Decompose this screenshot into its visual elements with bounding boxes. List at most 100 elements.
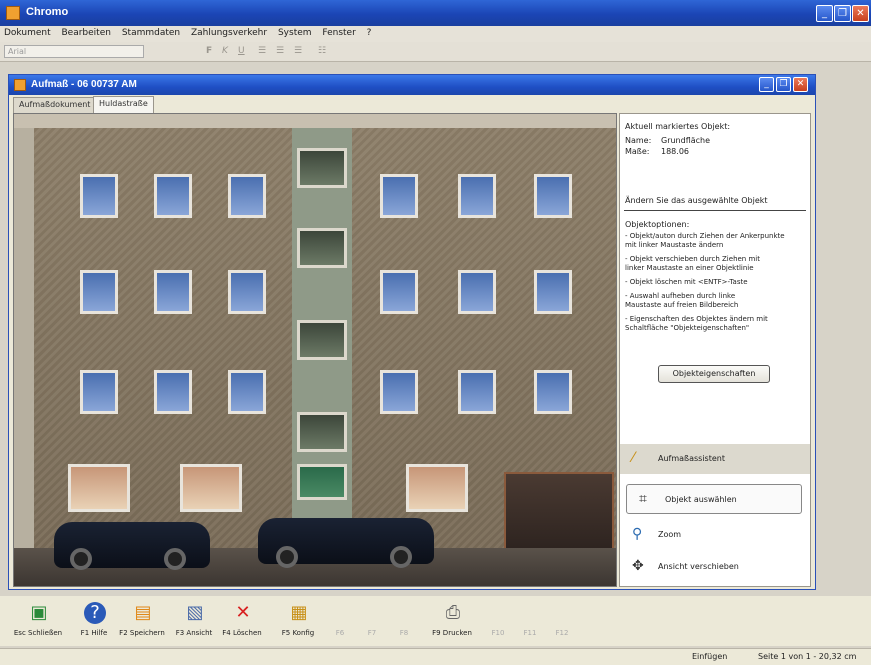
option-line: Maustaste auf freien Bildbereich — [625, 301, 739, 309]
window — [534, 270, 572, 314]
app-logo-icon — [6, 6, 20, 20]
window — [458, 370, 496, 414]
document-icon — [14, 79, 26, 91]
help-icon: ? — [84, 602, 106, 624]
window — [154, 270, 192, 314]
window — [534, 174, 572, 218]
select-object-icon: ⌗ — [639, 491, 647, 507]
option-line: - Eigenschaften des Objektes ändern mit — [625, 315, 768, 323]
object-mass-value: 188.06 — [661, 147, 689, 156]
align-right-icon[interactable]: ☰ — [294, 46, 302, 56]
fkey-label: F2 Speichern — [119, 629, 165, 637]
italic-button[interactable]: K — [222, 46, 228, 56]
bullet-list-icon[interactable]: ☷ — [318, 46, 326, 56]
option-line: - Objekt verschieben durch Ziehen mit — [625, 255, 760, 263]
task-label: Ansicht verschieben — [658, 562, 739, 571]
object-properties-button[interactable]: Objekteigenschaften — [658, 365, 770, 383]
window — [380, 270, 418, 314]
task-label: Zoom — [658, 530, 682, 539]
option-line: linker Maustaste an einer Objektlinie — [625, 264, 754, 272]
object-mass-row: Maße: 188.06 — [625, 147, 689, 156]
function-key-bar: ▣ Esc Schließen ? F1 Hilfe ▤ F2 Speicher… — [0, 596, 871, 646]
fkey-f9-print[interactable]: ⎙ F9 Drucken — [426, 596, 478, 646]
document-title: Aufmaß - 06 00737 AM — [31, 79, 137, 90]
menu-item-stammdaten[interactable]: Stammdaten — [118, 26, 184, 40]
task-pan-view[interactable]: ✥ Ansicht verschieben — [620, 552, 810, 582]
building-photo-canvas[interactable] — [13, 113, 617, 587]
document-title-bar: Aufmaß - 06 00737 AM _ ❐ ✕ — [9, 75, 815, 95]
fkey-label: F4 Löschen — [222, 629, 262, 637]
save-icon: ▤ — [134, 602, 152, 623]
option-line: mit linker Maustaste ändern — [625, 241, 724, 249]
font-select[interactable]: Arial — [4, 45, 144, 58]
menu-bar: Dokument Bearbeiten Stammdaten Zahlungsv… — [0, 26, 871, 42]
format-toolbar: Arial F K U ☰ ☰ ☰ ☷ — [0, 42, 871, 62]
entrance-canopy — [297, 464, 347, 500]
stairwell-window — [297, 148, 347, 188]
close-button[interactable]: ✕ — [852, 5, 869, 22]
car-wheel — [390, 546, 412, 568]
fkey-f4-delete[interactable]: ✕ F4 Löschen — [216, 596, 268, 646]
app-title: Chromo — [26, 6, 69, 18]
doc-maximize-button[interactable]: ❐ — [776, 77, 791, 92]
printer-icon: ⎙ — [445, 602, 461, 623]
status-bar: Einfügen Seite 1 von 1 - 20,32 cm — [0, 648, 871, 665]
menu-item-help[interactable]: ? — [363, 26, 376, 40]
doc-close-button[interactable]: ✕ — [793, 77, 808, 92]
task-select-object[interactable]: ⌗ Objekt auswählen — [626, 484, 802, 514]
fkey-label: F3 Ansicht — [175, 629, 213, 637]
status-mode: Einfügen — [692, 652, 728, 661]
window — [228, 270, 266, 314]
window — [380, 174, 418, 218]
fkey-f8: F8 — [378, 596, 430, 646]
underline-button[interactable]: U — [238, 46, 245, 56]
delete-icon: ✕ — [235, 602, 251, 623]
window — [534, 370, 572, 414]
fkey-f2-save[interactable]: ▤ F2 Speichern — [116, 596, 168, 646]
object-mass-label: Maße: — [625, 147, 650, 156]
fkey-f12: F12 — [536, 596, 588, 646]
tab-aufmassdokument[interactable]: Aufmaßdokument — [13, 97, 97, 113]
stairwell-window — [297, 412, 347, 452]
fkey-label: F12 — [555, 629, 569, 637]
menu-item-dokument[interactable]: Dokument — [0, 26, 55, 40]
shop-window — [180, 464, 242, 512]
object-name-label: Name: — [625, 136, 652, 145]
tab-huldastrasse[interactable]: Huldastraße — [93, 96, 154, 113]
maximize-button[interactable]: ❐ — [834, 5, 851, 22]
doc-minimize-button[interactable]: _ — [759, 77, 774, 92]
align-left-icon[interactable]: ☰ — [258, 46, 266, 56]
window — [80, 174, 118, 218]
car-wheel — [164, 548, 186, 570]
window — [154, 174, 192, 218]
task-label: Aufmaßassistent — [658, 454, 725, 463]
window — [228, 370, 266, 414]
align-center-icon[interactable]: ☰ — [276, 46, 284, 56]
fkey-f1-help[interactable]: ? F1 Hilfe — [68, 596, 120, 646]
task-zoom[interactable]: ⚲ Zoom — [620, 520, 810, 550]
task-aufmassassistent[interactable]: ⁄ Aufmaßassistent — [620, 444, 810, 474]
fkey-f3-view[interactable]: ▧ F3 Ansicht — [168, 596, 220, 646]
minimize-button[interactable]: _ — [816, 5, 833, 22]
window — [154, 370, 192, 414]
change-hint: Ändern Sie das ausgewählte Objekt — [625, 196, 768, 205]
current-object-title: Aktuell markiertes Objekt: — [625, 122, 731, 131]
config-icon: ▦ — [290, 602, 308, 623]
photo-sky — [14, 114, 616, 128]
window — [80, 270, 118, 314]
fkey-esc-close[interactable]: ▣ Esc Schließen — [12, 596, 64, 646]
app-title-bar: Chromo _ ❐ ✕ — [0, 0, 871, 26]
view-icon: ▧ — [186, 602, 204, 623]
menu-item-zahlungsverkehr[interactable]: Zahlungsverkehr — [187, 26, 271, 40]
bold-button[interactable]: F — [206, 46, 212, 56]
task-label: Objekt auswählen — [665, 495, 737, 504]
window — [228, 174, 266, 218]
menu-item-system[interactable]: System — [274, 26, 316, 40]
option-line: Schaltfläche "Objekteigenschaften" — [625, 324, 750, 332]
object-name-row: Name: Grundfläche — [625, 136, 710, 145]
stairwell-window — [297, 228, 347, 268]
menu-item-bearbeiten[interactable]: Bearbeiten — [58, 26, 115, 40]
option-line: - Objekt löschen mit <ENTF>-Taste — [625, 278, 748, 286]
menu-item-fenster[interactable]: Fenster — [318, 26, 359, 40]
stairwell-window — [297, 320, 347, 360]
